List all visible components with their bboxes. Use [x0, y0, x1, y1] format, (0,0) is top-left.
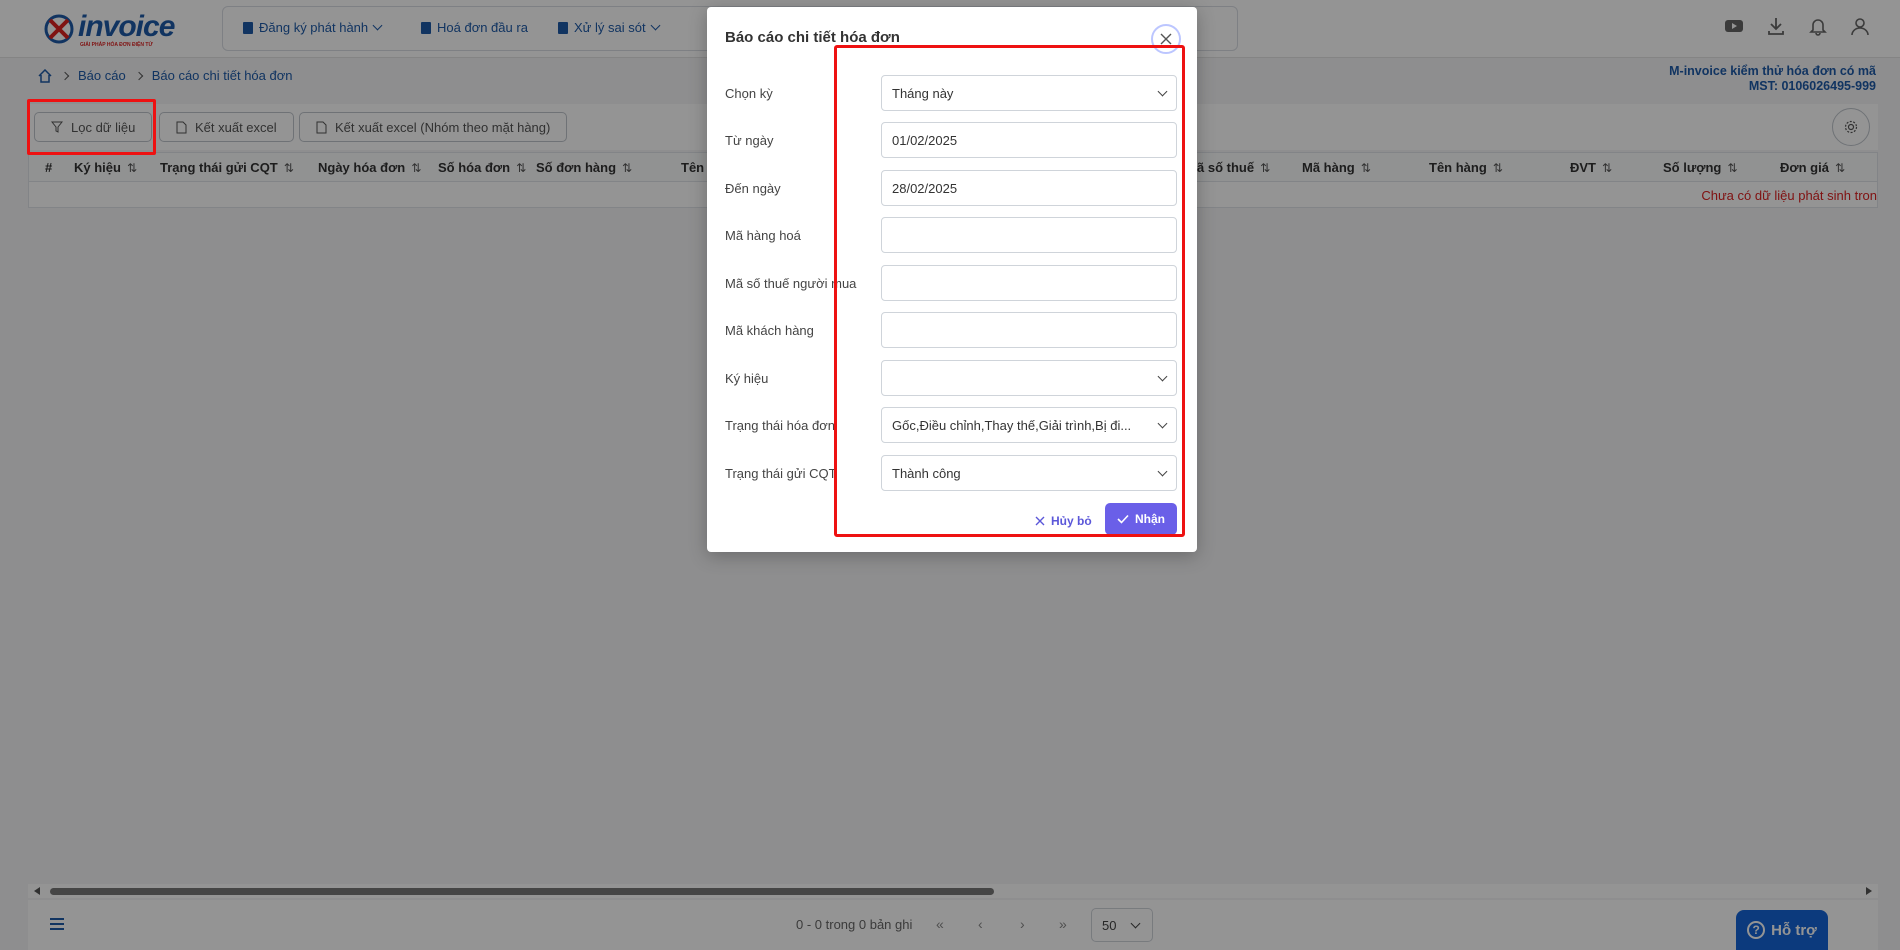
chevron-down-icon: [1157, 86, 1168, 96]
cqt-status-value: Thành công: [892, 465, 961, 481]
to-date-value: 28/02/2025: [892, 180, 958, 196]
from-date-value: 01/02/2025: [892, 132, 958, 148]
cqt-status-select[interactable]: Thành công: [881, 455, 1177, 491]
field-label-trang-thai-hoa-don: Trạng thái hóa đơn: [725, 418, 835, 433]
invoice-status-select[interactable]: Gốc,Điều chỉnh,Thay thế,Giải trình,Bị đi…: [881, 407, 1177, 443]
cancel-button-label: Hủy bỏ: [1051, 514, 1092, 528]
filter-modal: Báo cáo chi tiết hóa đơn Chọn kỳ Tháng n…: [707, 7, 1197, 552]
close-icon: [1035, 516, 1045, 526]
buyer-tax-code-input[interactable]: [881, 265, 1177, 301]
submit-button[interactable]: Nhận: [1105, 503, 1177, 535]
field-label-tu-ngay: Từ ngày: [725, 133, 774, 148]
field-label-ma-khach-hang: Mã khách hàng: [725, 323, 814, 338]
symbol-select[interactable]: [881, 360, 1177, 396]
field-label-ky-hieu: Ký hiệu: [725, 371, 769, 386]
close-button[interactable]: [1151, 24, 1181, 54]
period-select-value: Tháng này: [892, 85, 954, 101]
submit-button-label: Nhận: [1135, 512, 1165, 526]
close-icon: [1160, 33, 1172, 45]
chevron-down-icon: [1157, 466, 1168, 476]
field-label-trang-thai-gui-cqt: Trạng thái gửi CQT: [725, 466, 837, 481]
field-label-ma-so-thue-nguoi-mua: Mã số thuế người mua: [725, 276, 857, 291]
modal-title: Báo cáo chi tiết hóa đơn: [725, 29, 900, 46]
invoice-status-value: Gốc,Điều chỉnh,Thay thế,Giải trình,Bị đi…: [892, 417, 1132, 433]
field-label-den-ngay: Đến ngày: [725, 181, 781, 196]
field-label-chon-ky: Chọn kỳ: [725, 86, 773, 101]
customer-code-input[interactable]: [881, 312, 1177, 348]
chevron-down-icon: [1157, 418, 1168, 428]
period-select[interactable]: Tháng này: [881, 75, 1177, 111]
chevron-down-icon: [1157, 371, 1168, 381]
check-icon: [1117, 514, 1129, 524]
to-date-input[interactable]: 28/02/2025: [881, 170, 1177, 206]
field-label-ma-hang-hoa: Mã hàng hoá: [725, 228, 801, 243]
cancel-button[interactable]: Hủy bỏ: [1035, 506, 1092, 536]
from-date-input[interactable]: 01/02/2025: [881, 122, 1177, 158]
product-code-input[interactable]: [881, 217, 1177, 253]
